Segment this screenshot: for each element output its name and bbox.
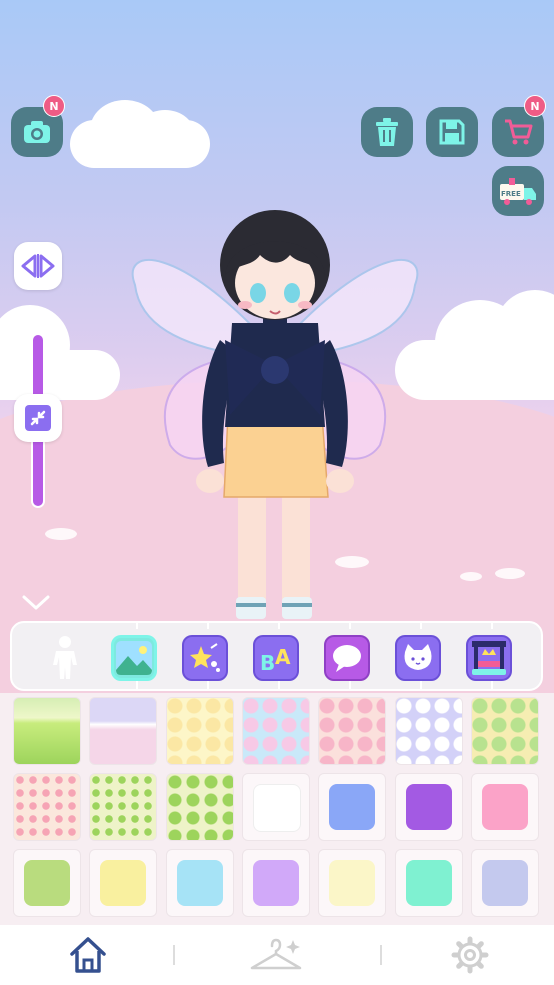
item-tile[interactable] [242,773,310,841]
color-swatch [253,784,301,832]
pebble [460,572,482,581]
save-button[interactable] [426,107,478,157]
item-tile[interactable] [166,849,234,917]
letters-icon: B A [260,645,291,675]
stage-crown-icon [472,641,506,675]
shrink-icon [25,405,51,431]
chevron-down-icon [22,595,50,610]
item-tile[interactable] [471,849,539,917]
category-pet[interactable] [395,635,441,681]
item-tile[interactable] [13,849,81,917]
item-tile[interactable] [471,773,539,841]
item-tile-polka[interactable] [471,697,539,765]
gear-icon [451,936,489,974]
cloud [0,300,120,400]
category-speech[interactable] [324,635,370,681]
category-background[interactable] [111,635,157,681]
character[interactable] [120,205,430,625]
svg-text:B: B [260,651,275,675]
cat-icon [404,644,432,670]
item-tile-stars[interactable] [166,773,234,841]
star-sparkle-icon [190,643,220,672]
color-swatch [482,784,528,830]
collapse-panel-button[interactable] [20,590,52,614]
svg-text:A: A [275,645,291,669]
free-gift-button[interactable]: FREE [492,166,544,216]
hanger-icon [250,938,302,970]
color-swatch [329,784,375,830]
free-delivery-truck-icon: FREE [500,178,536,205]
item-tile[interactable] [89,849,157,917]
delete-button[interactable] [361,107,413,157]
category-text[interactable]: B A [253,635,299,681]
free-label: FREE [501,190,521,198]
nav-home[interactable] [66,933,110,977]
item-tile[interactable] [395,849,463,917]
category-effects[interactable] [182,635,228,681]
new-badge: N [43,95,65,117]
pebble [495,568,525,579]
category-body[interactable] [42,635,88,681]
item-tile-landscape[interactable] [13,697,81,765]
color-swatch [177,860,223,906]
item-tile[interactable] [395,773,463,841]
nav-divider [380,945,382,965]
pebble [45,528,77,540]
zoom-slider-handle[interactable] [14,394,62,442]
color-swatch [100,860,146,906]
cart-icon [505,119,533,145]
color-swatch [406,860,452,906]
category-toolbar: B A [10,621,543,691]
flip-horizontal-icon [21,254,55,278]
item-tile[interactable] [318,849,386,917]
landscape-icon [116,641,152,675]
color-swatch [329,860,375,906]
item-tile-pink-ground[interactable] [89,697,157,765]
category-stage[interactable] [466,635,512,681]
item-tile-hearts[interactable] [13,773,81,841]
new-badge: N [524,95,546,117]
item-tile[interactable] [242,849,310,917]
nav-wardrobe[interactable] [246,933,306,977]
camera-icon [24,121,50,143]
nav-divider [173,945,175,965]
speech-bubble-icon [333,645,361,672]
save-icon [439,119,465,145]
item-tile-polka[interactable] [242,697,310,765]
item-tile-polka[interactable] [395,697,463,765]
item-tile-polka[interactable] [318,697,386,765]
cloud [60,100,220,170]
item-tile-polka[interactable] [166,697,234,765]
item-tile-hearts[interactable] [89,773,157,841]
flip-button[interactable] [14,242,62,290]
color-swatch [253,860,299,906]
color-swatch [24,860,70,906]
home-icon [70,937,106,973]
nav-settings[interactable] [448,933,492,977]
item-tile[interactable] [318,773,386,841]
trash-icon [376,118,398,146]
color-swatch [406,784,452,830]
color-swatch [482,860,528,906]
person-icon [53,636,77,679]
